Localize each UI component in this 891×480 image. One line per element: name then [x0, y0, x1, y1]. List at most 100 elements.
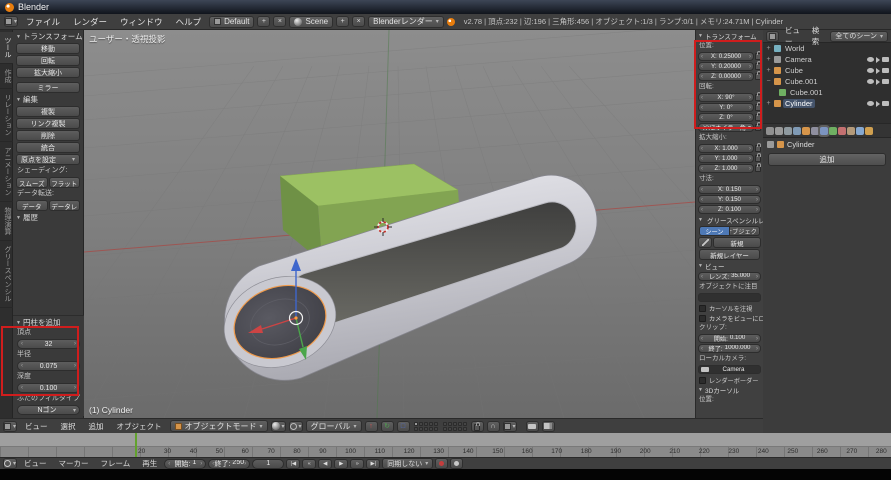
jump-to-start-button[interactable]: |◀ — [286, 459, 300, 469]
expander-icon[interactable]: − — [765, 78, 772, 85]
tab-texture-icon[interactable] — [847, 127, 855, 135]
opengl-render-anim-button[interactable] — [542, 421, 555, 432]
lock-icon[interactable] — [755, 63, 761, 70]
layer-dot[interactable] — [429, 427, 433, 431]
increment-arrow-icon[interactable]: › — [74, 385, 76, 391]
editor-type-info-icon[interactable]: ▾ — [4, 16, 18, 27]
layer-grid-1[interactable] — [414, 422, 438, 431]
layer-dot[interactable] — [463, 422, 467, 426]
rotation-y-field[interactable]: ‹Y:0°› — [698, 103, 754, 112]
panel-header-transform[interactable]: ▼トランスフォーム — [13, 31, 83, 42]
duplicate-button[interactable]: 複製 — [16, 106, 80, 117]
layer-dot[interactable] — [434, 427, 438, 431]
layer-dot[interactable] — [443, 422, 447, 426]
increment-arrow-icon[interactable]: › — [74, 363, 76, 369]
timeline-menu-playback[interactable]: 再生 — [137, 458, 162, 469]
tab-scene-icon[interactable] — [784, 127, 792, 135]
rotation-z-field[interactable]: ‹Z:0°› — [698, 113, 754, 122]
layer-dot[interactable] — [443, 427, 447, 431]
outliner-item-name[interactable]: Cube.001 — [783, 77, 820, 86]
scale-z-field[interactable]: ‹Z:1.000› — [698, 164, 754, 173]
tab-tools[interactable]: ツール — [0, 32, 13, 64]
scene-add-button[interactable]: + — [336, 16, 349, 27]
opengl-render-still-button[interactable] — [526, 421, 539, 432]
snap-element-selector[interactable]: ▾ — [503, 421, 517, 432]
expander-icon[interactable]: + — [765, 67, 772, 74]
tab-constraints-icon[interactable] — [811, 127, 819, 135]
outliner-row-world[interactable]: + World — [763, 43, 891, 54]
selectability-arrow-icon[interactable] — [876, 79, 880, 85]
renderability-camera-icon[interactable] — [882, 79, 889, 84]
menu-window[interactable]: ウィンドウ — [115, 16, 168, 28]
expander-icon[interactable]: + — [765, 100, 772, 107]
increment-arrow-icon[interactable]: › — [749, 54, 751, 60]
clip-start-field[interactable]: ‹開始:0.100› — [698, 334, 761, 343]
panel-header-view[interactable]: ▼ビュー — [696, 261, 763, 271]
scale-x-field[interactable]: ‹X:1.000› — [698, 144, 754, 153]
data-layout-button[interactable]: データレ — [49, 200, 81, 211]
increment-arrow-icon[interactable]: › — [756, 187, 758, 193]
tab-physics-icon[interactable] — [865, 127, 873, 135]
lock-icon[interactable] — [755, 124, 761, 131]
visibility-eye-icon[interactable] — [867, 79, 874, 84]
renderability-camera-icon[interactable] — [882, 101, 889, 106]
increment-arrow-icon[interactable]: › — [749, 95, 751, 101]
viewport-3d[interactable]: ユーザー・透視投影 (1) Cylinder — [84, 30, 695, 418]
increment-arrow-icon[interactable]: › — [756, 346, 758, 352]
panel-header-grease-pencil[interactable]: ▼グリースペンシルレイ — [696, 215, 763, 225]
outliner-row-cube-001-data[interactable]: Cube.001 — [763, 87, 891, 98]
increment-arrow-icon[interactable]: › — [749, 74, 751, 80]
increment-arrow-icon[interactable]: › — [749, 64, 751, 70]
menu-file[interactable]: ファイル — [21, 16, 65, 28]
increment-arrow-icon[interactable]: › — [200, 461, 202, 467]
lock-icon[interactable] — [755, 114, 761, 121]
visibility-eye-icon[interactable] — [867, 101, 874, 106]
panel-header-3d-cursor[interactable]: ▼3Dカーソル — [696, 385, 763, 395]
tab-relations[interactable]: リレーション — [0, 89, 13, 142]
shade-smooth-button[interactable]: スムーズ — [16, 177, 48, 188]
layer-dot[interactable] — [458, 427, 462, 431]
increment-arrow-icon[interactable]: › — [756, 336, 758, 342]
outliner-item-name[interactable]: Cube — [783, 66, 805, 75]
outliner-item-name[interactable]: World — [783, 44, 806, 53]
radius-field[interactable]: ‹0.075› — [17, 361, 80, 371]
tab-render-icon[interactable] — [766, 127, 774, 135]
shade-flat-button[interactable]: フラット — [49, 177, 81, 188]
layer-dot[interactable] — [414, 427, 418, 431]
expander-icon[interactable]: + — [765, 56, 772, 63]
increment-arrow-icon[interactable]: › — [749, 105, 751, 111]
visibility-eye-icon[interactable] — [867, 68, 874, 73]
move-button[interactable]: 移動 — [16, 43, 80, 54]
current-frame-field[interactable]: 1 — [252, 459, 284, 469]
layout-close-button[interactable]: × — [273, 16, 286, 27]
lock-cursor-checkbox[interactable]: カーソルを注視 — [696, 303, 763, 313]
tab-physics[interactable]: 物理演算 — [0, 202, 13, 241]
viewport-shading-selector[interactable]: ▾ — [271, 421, 286, 432]
outliner-item-name[interactable]: Cube.001 — [788, 88, 825, 97]
mode-selector[interactable]: オブジェクトモード ▾ — [170, 420, 268, 432]
increment-arrow-icon[interactable]: › — [756, 274, 758, 280]
cap-fill-dropdown[interactable]: Nゴン▾ — [17, 405, 80, 415]
layer-dot[interactable] — [448, 427, 452, 431]
layer-dot[interactable] — [414, 422, 418, 426]
layer-dot[interactable] — [424, 422, 428, 426]
play-reverse-button[interactable]: ◀ — [318, 459, 332, 469]
gp-draw-icon-button[interactable] — [698, 237, 712, 248]
editor-type-3dview-icon[interactable]: ▾ — [3, 421, 17, 432]
set-origin-dropdown[interactable]: 原点を設定▾ — [16, 154, 80, 165]
layer-dot[interactable] — [453, 422, 457, 426]
gp-object-toggle[interactable]: オブジェクト — [730, 226, 760, 236]
tab-data-icon[interactable] — [829, 127, 837, 135]
render-border-checkbox[interactable]: レンダーボーダー — [696, 375, 763, 385]
layer-dot[interactable] — [453, 427, 457, 431]
manipulator-rotate-button[interactable]: ↻ — [381, 421, 394, 432]
outliner-row-cylinder[interactable]: + Cylinder — [763, 98, 891, 109]
panel-header-transform-n[interactable]: ▼トランスフォーム — [696, 31, 763, 41]
clip-end-field[interactable]: ‹終了:1000.000› — [698, 344, 761, 353]
rotation-mode-dropdown[interactable]: XYZオイラー角▾ — [698, 123, 754, 132]
timeline-menu-view[interactable]: ビュー — [19, 458, 52, 469]
outliner-row-cube-001[interactable]: − Cube.001 — [763, 76, 891, 87]
tab-world-icon[interactable] — [793, 127, 801, 135]
add-modifier-button[interactable]: 追加 — [768, 153, 886, 166]
dimension-y-field[interactable]: ‹Y:0.150› — [698, 195, 761, 204]
